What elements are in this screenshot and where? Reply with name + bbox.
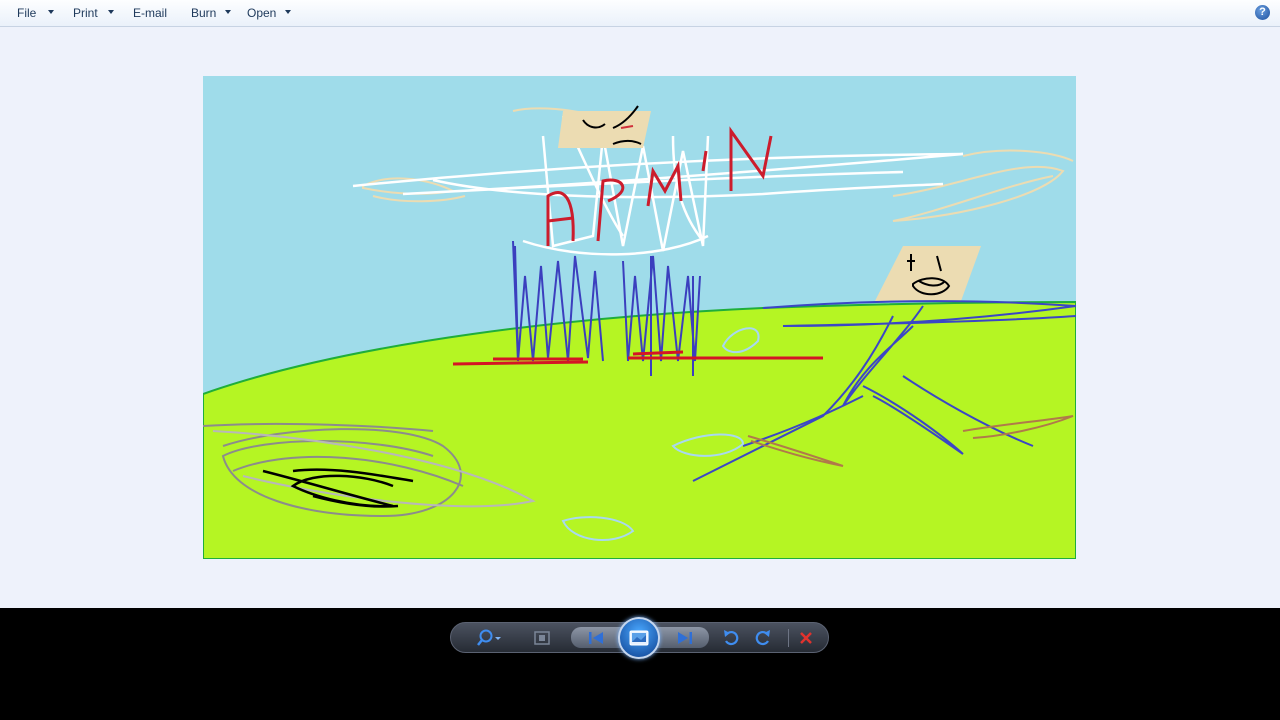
email-button-label: E-mail xyxy=(133,6,168,20)
burn-menu-label: Burn xyxy=(191,6,217,20)
previous-icon xyxy=(589,631,603,644)
rotate-clockwise-button[interactable] xyxy=(747,623,779,652)
image-viewer xyxy=(0,27,1280,608)
file-menu-label: File xyxy=(17,6,37,20)
rotate-right-icon xyxy=(755,629,770,645)
actual-size-button[interactable] xyxy=(526,623,558,652)
burn-menu[interactable]: Burn xyxy=(174,0,236,27)
chevron-down-icon xyxy=(48,10,54,14)
delete-icon xyxy=(800,631,812,644)
file-menu[interactable]: File xyxy=(0,0,57,27)
open-menu[interactable]: Open xyxy=(230,0,294,27)
print-menu-label: Print xyxy=(73,6,98,20)
rotate-left-icon xyxy=(724,629,739,645)
previous-button[interactable] xyxy=(580,623,612,652)
actual-size-icon xyxy=(534,630,550,645)
slideshow-button[interactable] xyxy=(618,617,660,659)
zoom-icon xyxy=(477,629,501,646)
slideshow-icon xyxy=(629,630,649,646)
next-button[interactable] xyxy=(669,623,701,652)
zoom-button[interactable] xyxy=(473,623,505,652)
paint-drawing xyxy=(203,76,1076,559)
next-icon xyxy=(678,631,692,644)
chevron-down-icon xyxy=(285,10,291,14)
menu-bar: File Print E-mail Burn Open ? xyxy=(0,0,1280,27)
displayed-picture xyxy=(203,76,1076,559)
open-menu-label: Open xyxy=(247,6,277,20)
chevron-down-icon xyxy=(108,10,114,14)
help-icon[interactable]: ? xyxy=(1255,5,1270,20)
print-menu[interactable]: Print xyxy=(56,0,118,27)
rotate-counterclockwise-button[interactable] xyxy=(715,623,747,652)
email-button[interactable]: E-mail xyxy=(116,0,176,27)
toolbar-divider xyxy=(788,629,789,647)
delete-button[interactable] xyxy=(790,623,822,652)
